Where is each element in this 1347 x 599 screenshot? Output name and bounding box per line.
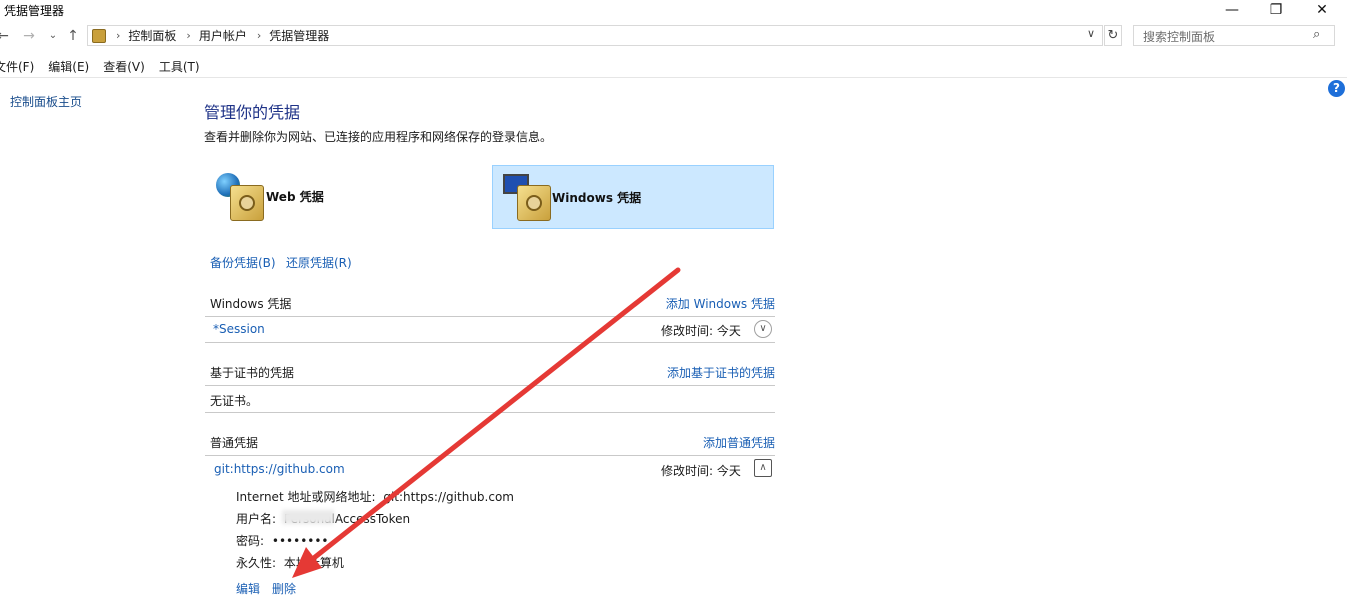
address-dropdown-icon[interactable]: ∨ — [1087, 27, 1095, 40]
add-windows-credential-link[interactable]: 添加 Windows 凭据 — [600, 295, 775, 312]
session-credential-name[interactable]: *Session — [213, 322, 265, 336]
page-description: 查看并删除你为网站、已连接的应用程序和网络保存的登录信息。 — [204, 130, 553, 144]
recent-locations-chevron-icon[interactable]: ⌄ — [44, 28, 62, 44]
breadcrumb: › 控制面板 › 用户帐户 › 凭据管理器 — [92, 27, 329, 44]
vault-icon — [517, 185, 551, 221]
github-modified-date: 修改时间: 今天 — [661, 464, 741, 478]
edit-credential-link[interactable]: 编辑 — [236, 580, 260, 597]
divider — [205, 455, 775, 456]
maximize-button[interactable]: ❐ — [1253, 0, 1299, 20]
menu-edit[interactable]: 编辑(E) — [48, 58, 89, 75]
restore-credentials-link[interactable]: 还原凭据(R) — [286, 254, 352, 271]
breadcrumb-control-panel[interactable]: 控制面板 — [128, 27, 176, 44]
chevron-right-icon: › — [186, 29, 191, 42]
divider — [205, 412, 775, 413]
breadcrumb-credential-manager[interactable]: 凭据管理器 — [269, 27, 329, 44]
address-value: git:https://github.com — [383, 490, 514, 504]
backup-credentials-link[interactable]: 备份凭据(B) — [210, 254, 276, 271]
search-icon[interactable]: ⌕ — [1313, 27, 1320, 42]
windows-credentials-section-title: Windows 凭据 — [210, 297, 292, 311]
no-certificates-text: 无证书。 — [210, 394, 259, 408]
back-icon[interactable]: ← — [0, 28, 12, 44]
windows-credentials-label: Windows 凭据 — [552, 191, 642, 205]
vault-icon — [230, 185, 264, 221]
help-icon[interactable]: ? — [1328, 80, 1345, 97]
address-row: Internet 地址或网络地址: git:https://github.com — [236, 488, 514, 505]
menu-tools[interactable]: 工具(T) — [159, 58, 200, 75]
search-placeholder: 搜索控制面板 — [1143, 30, 1216, 44]
control-panel-icon — [92, 28, 106, 43]
web-credentials-tile[interactable]: Web 凭据 — [210, 165, 492, 229]
menu-file[interactable]: 文件(F) — [0, 58, 34, 75]
up-icon[interactable]: ↑ — [64, 28, 82, 44]
breadcrumb-user-accounts[interactable]: 用户帐户 — [199, 27, 247, 44]
window-title: 凭据管理器 — [4, 4, 65, 18]
password-row: 密码: •••••••• — [236, 532, 329, 549]
title-bar — [0, 0, 1347, 20]
delete-credential-link[interactable]: 删除 — [272, 580, 296, 597]
menu-bar: 文件(F) 编辑(E) 查看(V) 工具(T) — [0, 58, 200, 75]
divider — [205, 342, 775, 343]
chevron-right-icon: › — [256, 29, 262, 42]
forward-icon[interactable]: → — [20, 28, 38, 44]
expand-chevron-icon[interactable]: ∨ — [754, 320, 772, 338]
page-title: 管理你的凭据 — [204, 103, 301, 122]
minimize-button[interactable]: — — [1209, 0, 1255, 20]
chevron-right-icon: › — [116, 29, 121, 42]
persistence-label: 永久性: — [236, 556, 277, 570]
persistence-row: 永久性: 本地计算机 — [236, 554, 344, 571]
session-modified-date: 修改时间: 今天 — [661, 324, 741, 338]
add-generic-credential-link[interactable]: 添加普通凭据 — [600, 434, 775, 451]
control-panel-home-link[interactable]: 控制面板主页 — [10, 93, 82, 110]
divider — [205, 385, 775, 386]
password-label: 密码: — [236, 534, 265, 548]
divider — [205, 316, 775, 317]
username-label: 用户名: — [236, 512, 277, 526]
refresh-icon[interactable]: ↻ — [1104, 25, 1122, 46]
menu-view[interactable]: 查看(V) — [103, 58, 145, 75]
menu-divider — [0, 77, 1347, 78]
address-label: Internet 地址或网络地址: — [236, 490, 376, 504]
redaction-blur — [282, 510, 334, 524]
certificate-credentials-section-title: 基于证书的凭据 — [210, 366, 295, 380]
close-button[interactable]: ✕ — [1299, 0, 1345, 20]
windows-credentials-tile[interactable]: Windows 凭据 — [492, 165, 774, 229]
generic-credentials-section-title: 普通凭据 — [210, 436, 259, 450]
github-credential-name[interactable]: git:https://github.com — [214, 462, 345, 476]
persistence-value: 本地计算机 — [283, 556, 344, 570]
add-certificate-credential-link[interactable]: 添加基于证书的凭据 — [600, 364, 775, 381]
web-credentials-label: Web 凭据 — [266, 190, 324, 204]
password-value: •••••••• — [271, 534, 329, 548]
collapse-chevron-icon[interactable]: ∧ — [754, 459, 772, 477]
